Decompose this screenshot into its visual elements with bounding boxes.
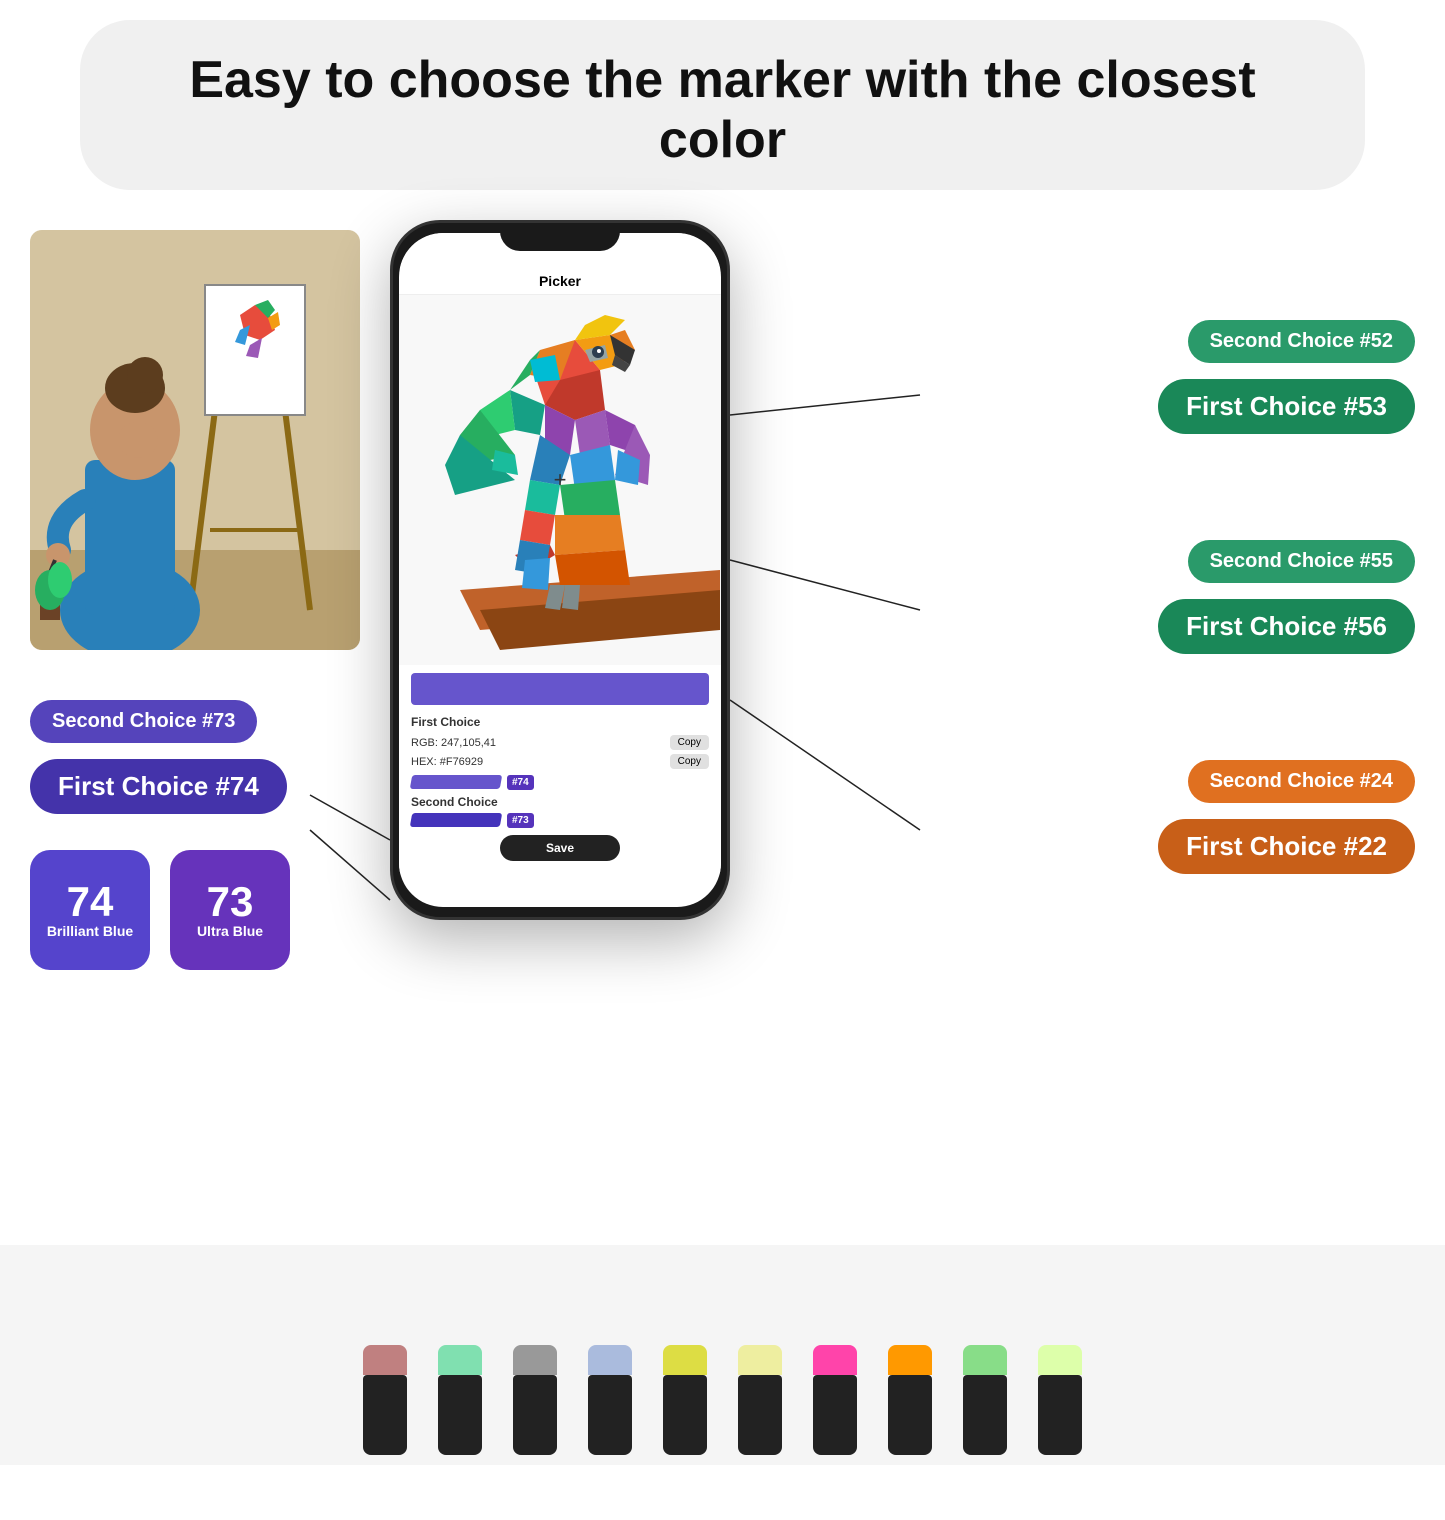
- marker-1-top: [363, 1345, 407, 1375]
- marker-chips: 74 Brilliant Blue 73 Ultra Blue: [30, 850, 290, 970]
- marker-8-top: [888, 1345, 932, 1375]
- marker-3-top: [513, 1345, 557, 1375]
- marker-10-top: [1038, 1345, 1082, 1375]
- badge-second-73: Second Choice #73: [30, 700, 257, 743]
- marker-num-73: #73: [507, 813, 534, 828]
- marker-9: [958, 1345, 1013, 1455]
- rgb-label: RGB: 247,105,41: [411, 737, 496, 749]
- first-choice-marker: #74: [411, 773, 709, 791]
- phone-parrot-area: +: [399, 295, 721, 665]
- copy-rgb-button[interactable]: Copy: [670, 735, 709, 750]
- markers-bottom: [0, 1245, 1445, 1465]
- chip-73-name: Ultra Blue: [197, 923, 263, 940]
- page-title: Easy to choose the marker with the close…: [140, 50, 1305, 170]
- marker-6-body: [738, 1375, 782, 1455]
- marker-10: [1033, 1345, 1088, 1455]
- badge-first-56: First Choice #56: [1158, 599, 1415, 654]
- phone-mockup: Picker: [390, 220, 730, 920]
- marker-9-body: [963, 1375, 1007, 1455]
- badge-second-24: Second Choice #24: [1188, 760, 1415, 803]
- marker-8-body: [888, 1375, 932, 1455]
- phone-color-bar: [411, 673, 709, 705]
- marker-1-body: [363, 1375, 407, 1455]
- badge-second-52: Second Choice #52: [1188, 320, 1415, 363]
- crosshair-icon: +: [554, 467, 567, 493]
- marker-4: [583, 1345, 638, 1455]
- marker-2: [433, 1345, 488, 1455]
- phone-bottom-panel: First Choice RGB: 247,105,41 Copy HEX: #…: [399, 665, 721, 875]
- badge-first-74: First Choice #74: [30, 759, 287, 814]
- marker-9-top: [963, 1345, 1007, 1375]
- marker-stroke-73: [410, 813, 502, 827]
- phone-app-name: Picker: [399, 268, 721, 295]
- marker-7-body: [813, 1375, 857, 1455]
- marker-2-top: [438, 1345, 482, 1375]
- badge-first-22: First Choice #22: [1158, 819, 1415, 874]
- marker-7: [808, 1345, 863, 1455]
- right-mid-badges: Second Choice #55 First Choice #56: [1158, 540, 1415, 662]
- hex-row: HEX: #F76929 Copy: [411, 754, 709, 769]
- artist-photo: [30, 230, 360, 650]
- right-top-badges: Second Choice #52 First Choice #53: [1158, 320, 1415, 442]
- phone-notch: [500, 223, 620, 251]
- header-banner: Easy to choose the marker with the close…: [80, 20, 1365, 190]
- phone-screen: Picker: [399, 233, 721, 907]
- marker-6-top: [738, 1345, 782, 1375]
- right-bot-badges: Second Choice #24 First Choice #22: [1158, 760, 1415, 882]
- copy-hex-button[interactable]: Copy: [670, 754, 709, 769]
- save-button[interactable]: Save: [500, 835, 620, 861]
- marker-3-body: [513, 1375, 557, 1455]
- left-badges: Second Choice #73 First Choice #74: [30, 700, 287, 822]
- marker-7-top: [813, 1345, 857, 1375]
- marker-5-body: [663, 1375, 707, 1455]
- chip-74-name: Brilliant Blue: [47, 923, 133, 940]
- marker-5-top: [663, 1345, 707, 1375]
- marker-4-top: [588, 1345, 632, 1375]
- chip-73-num: 73: [207, 881, 254, 923]
- marker-2-body: [438, 1375, 482, 1455]
- hex-label: HEX: #F76929: [411, 756, 483, 768]
- first-choice-row: First Choice: [411, 711, 709, 731]
- rgb-row: RGB: 247,105,41 Copy: [411, 735, 709, 750]
- marker-4-body: [588, 1375, 632, 1455]
- marker-6: [733, 1345, 788, 1455]
- marker-5: [658, 1345, 713, 1455]
- second-choice-title: Second Choice: [411, 795, 709, 809]
- marker-chip-73: 73 Ultra Blue: [170, 850, 290, 970]
- marker-10-body: [1038, 1375, 1082, 1455]
- marker-3: [508, 1345, 563, 1455]
- second-choice-marker: #73: [411, 811, 709, 829]
- marker-stroke-74: [410, 775, 502, 789]
- marker-1: [358, 1345, 413, 1455]
- first-choice-title: First Choice: [411, 715, 480, 729]
- marker-chip-74: 74 Brilliant Blue: [30, 850, 150, 970]
- chip-74-num: 74: [67, 881, 114, 923]
- marker-num-74: #74: [507, 775, 534, 790]
- marker-8: [883, 1345, 938, 1455]
- badge-second-55: Second Choice #55: [1188, 540, 1415, 583]
- badge-first-53: First Choice #53: [1158, 379, 1415, 434]
